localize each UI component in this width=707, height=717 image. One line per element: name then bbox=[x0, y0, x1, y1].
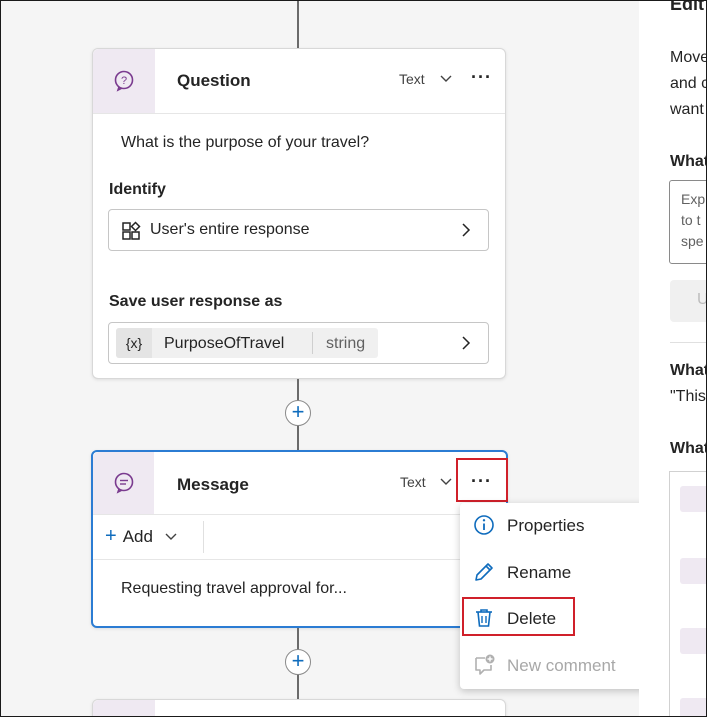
list-item[interactable] bbox=[680, 628, 706, 654]
chevron-down-icon bbox=[165, 533, 177, 540]
identify-label: Identify bbox=[109, 181, 166, 198]
question-node-title: Question bbox=[177, 71, 251, 90]
list-item[interactable] bbox=[680, 698, 706, 716]
svg-text:?: ? bbox=[121, 75, 127, 87]
chevron-right-icon bbox=[462, 336, 471, 350]
panel-desc-line: want bbox=[670, 101, 704, 118]
panel-heading: Edit bbox=[670, 1, 704, 14]
add-node-button[interactable]: + bbox=[285, 400, 311, 426]
message-toolbar: + Add bbox=[93, 515, 506, 560]
toolbar-divider bbox=[203, 521, 204, 553]
menu-item-label: Properties bbox=[507, 516, 585, 535]
delete-item-highlight bbox=[462, 597, 575, 636]
panel-section-heading: What bbox=[670, 153, 707, 170]
add-label: Add bbox=[122, 527, 153, 546]
panel-textarea[interactable]: Exp to t spe bbox=[669, 180, 706, 264]
question-icon: ? bbox=[93, 49, 155, 113]
menu-item-label: Rename bbox=[507, 563, 572, 582]
question-prompt-text[interactable]: What is the purpose of your travel? bbox=[121, 134, 369, 152]
menu-item-label: New comment bbox=[507, 656, 616, 675]
properties-panel: Edit Move and c want What Exp to t spe U… bbox=[639, 1, 707, 716]
message-node-header: Message Text ··· bbox=[93, 452, 506, 515]
panel-desc-line: and c bbox=[670, 75, 707, 92]
variable-name: PurposeOfTravel bbox=[164, 335, 285, 352]
list-item[interactable] bbox=[680, 558, 706, 584]
authoring-canvas: ? Question Text ··· What is the purpose … bbox=[1, 1, 691, 716]
comment-add-icon bbox=[475, 654, 495, 675]
save-variable-field[interactable]: {x} PurposeOfTravel string bbox=[108, 322, 489, 364]
app-frame: ? Question Text ··· What is the purpose … bbox=[0, 0, 707, 717]
question-node[interactable]: ? Question Text ··· What is the purpose … bbox=[92, 48, 506, 379]
more-button-highlight bbox=[456, 458, 508, 502]
connector-line bbox=[297, 1, 299, 48]
chevron-right-icon bbox=[462, 223, 471, 237]
panel-desc-line: Move bbox=[670, 49, 707, 66]
textarea-placeholder-line: Exp bbox=[681, 191, 706, 207]
chevron-down-icon[interactable] bbox=[439, 474, 453, 488]
panel-update-button[interactable]: U bbox=[670, 280, 706, 322]
plus-icon: + bbox=[105, 525, 117, 547]
question-node-header: ? Question Text ··· bbox=[93, 49, 505, 114]
message-icon bbox=[93, 452, 154, 514]
panel-section-heading: What bbox=[670, 362, 707, 379]
save-response-label: Save user response as bbox=[109, 293, 283, 310]
panel-node-list bbox=[669, 471, 706, 716]
add-content-button[interactable]: + Add bbox=[105, 525, 178, 548]
pencil-icon bbox=[475, 563, 493, 581]
add-node-button[interactable]: + bbox=[285, 649, 311, 675]
identify-value: User's entire response bbox=[150, 221, 310, 238]
message-type-label[interactable]: Text bbox=[400, 474, 426, 490]
variable-separator bbox=[312, 332, 313, 354]
entity-icon bbox=[122, 221, 141, 240]
question-type-label[interactable]: Text bbox=[399, 71, 425, 87]
list-item[interactable] bbox=[680, 486, 706, 512]
identify-field[interactable]: User's entire response bbox=[108, 209, 489, 251]
message-node[interactable]: Message Text ··· + Add Requesting travel … bbox=[91, 450, 508, 628]
variable-icon: {x} bbox=[116, 328, 152, 358]
question-more-options-button[interactable]: ··· bbox=[471, 67, 492, 88]
textarea-placeholder-line: to t bbox=[681, 212, 701, 228]
message-text[interactable]: Requesting travel approval for... bbox=[121, 580, 347, 598]
info-icon bbox=[474, 515, 494, 535]
variable-type: string bbox=[326, 335, 366, 352]
message-node-title: Message bbox=[177, 475, 249, 494]
button-label: U bbox=[697, 291, 706, 309]
panel-quote-text: "This bbox=[670, 388, 706, 405]
panel-section-heading: What bbox=[670, 440, 707, 457]
chevron-down-icon[interactable] bbox=[439, 71, 453, 85]
next-node[interactable] bbox=[92, 699, 506, 716]
variable-chip[interactable]: {x} PurposeOfTravel string bbox=[116, 328, 378, 358]
panel-divider bbox=[670, 342, 706, 343]
textarea-placeholder-line: spe bbox=[681, 233, 704, 249]
node-icon-box bbox=[93, 700, 155, 716]
